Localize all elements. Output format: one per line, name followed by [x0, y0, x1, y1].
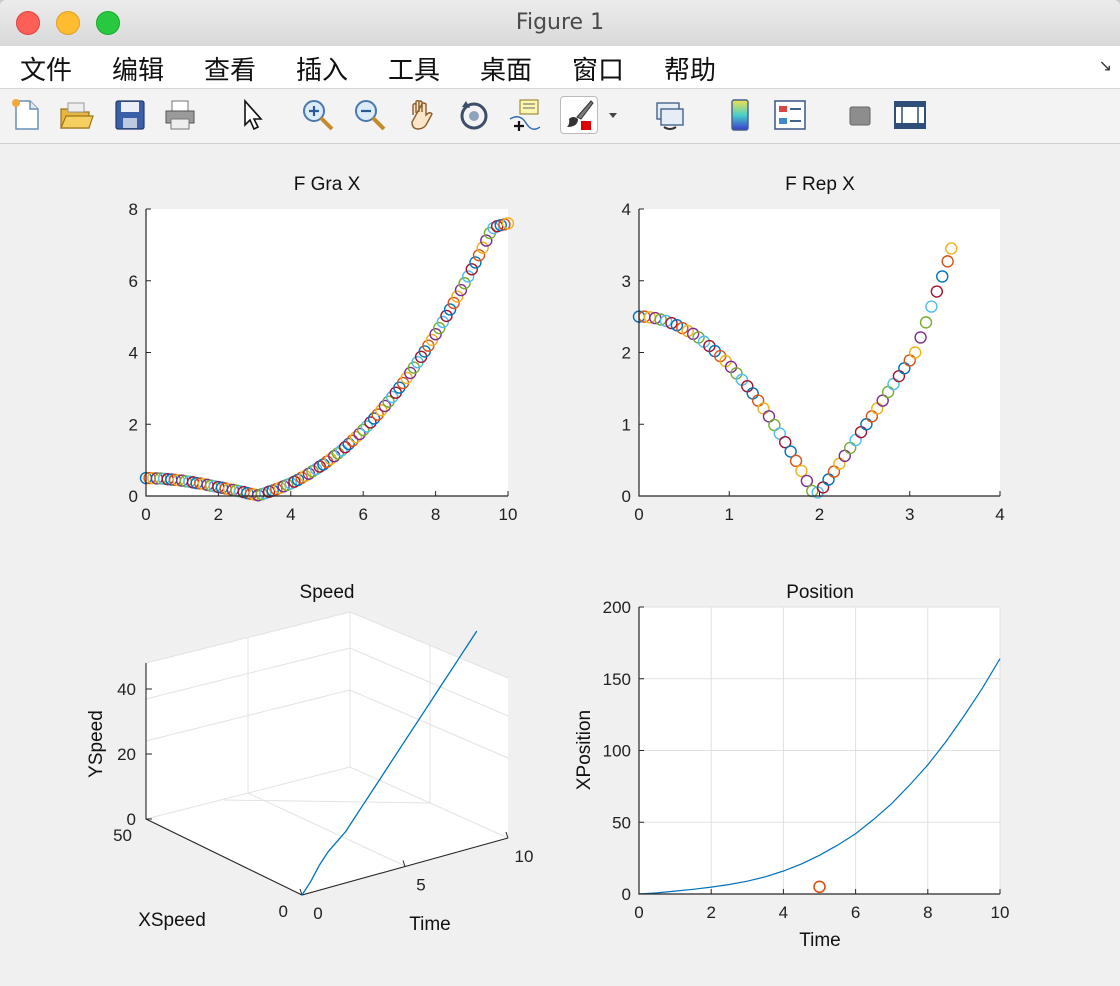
xlabel: Time: [409, 914, 451, 935]
link-plot-icon[interactable]: [652, 97, 688, 133]
legend-icon[interactable]: [772, 97, 808, 133]
y-tick-label: 4: [622, 200, 631, 219]
hide-tools-icon[interactable]: [842, 97, 878, 133]
side-tick-label: 50: [113, 826, 132, 845]
x-tick-label: 2: [706, 903, 715, 922]
menu-tools[interactable]: 工具: [384, 50, 444, 87]
axes-f-gra-x[interactable]: F Gra X 0 2 4 6 8 10 0 2 4 6 8: [129, 174, 518, 524]
plot-title: Speed: [300, 582, 355, 603]
side-tick-label: 0: [279, 902, 288, 921]
window-title: Figure 1: [515, 10, 605, 35]
x-tick-label: 5: [416, 876, 425, 895]
x-tick-label: 2: [214, 505, 223, 524]
x-tick-label: 10: [515, 847, 534, 866]
plot-surface: F Gra X 0 2 4 6 8 1002468 F Rep X 0 1 2 3 401234 …: [86, 174, 1009, 951]
y-tick-label: 40: [117, 680, 136, 699]
x-tick-label: 4: [779, 903, 788, 922]
plot-title: F Gra X: [294, 174, 361, 195]
x-tick-label: 8: [431, 505, 440, 524]
menu-edit[interactable]: 编辑: [108, 50, 168, 87]
x-tick-label: 2: [815, 505, 824, 524]
xlabel: Time: [799, 930, 841, 951]
y-tick-label: 6: [129, 272, 138, 291]
x-tick-label: 0: [141, 505, 150, 524]
axes-position[interactable]: Position 0 2 4 6 8 10050100150200 XPosition T…: [574, 582, 1009, 951]
y-tick-label: 8: [129, 200, 138, 219]
y-tick-label: 0: [622, 885, 631, 904]
x-tick-label: 6: [851, 903, 860, 922]
y-tick-label: 0: [129, 487, 138, 506]
x-tick-label: 1: [725, 505, 734, 524]
new-file-icon[interactable]: [8, 97, 44, 133]
toolbar: [0, 89, 1120, 144]
rotate-icon[interactable]: [456, 97, 492, 133]
figure-canvas: F Gra X 0 2 4 6 8 10 0 2 4 6 8 F Rep X 0123401234 …: [0, 144, 1120, 986]
figure-window: Figure 1 文件 编辑 查看 插入 工具 桌面 窗口 帮助 ↘ F Gra…: [0, 0, 1120, 986]
zoom-out-icon[interactable]: [352, 97, 388, 133]
menu-desktop[interactable]: 桌面: [476, 50, 536, 87]
floppy-icon[interactable]: [112, 97, 148, 133]
menu-insert[interactable]: 插入: [292, 50, 352, 87]
y-tick-label: 200: [603, 598, 631, 617]
ylabel: XPosition: [574, 710, 595, 790]
dock-arrow-icon[interactable]: ↘: [1099, 56, 1112, 75]
x-tick-label: 10: [499, 505, 518, 524]
hand-icon[interactable]: [404, 97, 440, 133]
pointer-icon[interactable]: [234, 97, 270, 133]
menu-bar: 文件 编辑 查看 插入 工具 桌面 窗口 帮助 ↘: [0, 46, 1120, 89]
dock-tools-icon[interactable]: [892, 97, 928, 133]
y-tick-label: 2: [129, 415, 138, 434]
chevron-down-icon[interactable]: [606, 97, 620, 133]
side-axis-label: XSpeed: [138, 910, 206, 931]
y-tick-label: 50: [612, 813, 631, 832]
y-tick-label: 1: [622, 415, 631, 434]
title-bar[interactable]: Figure 1: [0, 0, 1120, 47]
menu-window[interactable]: 窗口: [568, 50, 628, 87]
y-tick-label: 4: [129, 344, 138, 363]
y-tick-label: 150: [603, 670, 631, 689]
plot-title: F Rep X: [785, 174, 855, 195]
x-tick-label: 0: [313, 904, 322, 923]
zoom-in-icon[interactable]: [300, 97, 336, 133]
colorbar-icon[interactable]: [722, 97, 758, 133]
x-tick-label: 4: [286, 505, 295, 524]
y-tick-label: 100: [603, 742, 631, 761]
x-tick-label: 6: [358, 505, 367, 524]
folder-icon[interactable]: [58, 97, 94, 133]
x-tick-label: 0: [634, 903, 643, 922]
x-tick-label: 3: [905, 505, 914, 524]
axes-f-rep-x[interactable]: F Rep X 0 1 2 3 4 0 1 2 3 4: [622, 174, 1005, 524]
x-tick-label: 8: [923, 903, 932, 922]
axes-speed-3d[interactable]: Speed 020400500510 YSpeed XSpeed Time: [86, 582, 533, 935]
menu-help[interactable]: 帮助: [660, 50, 720, 87]
y-tick-label: 0: [622, 487, 631, 506]
x-tick-label: 10: [991, 903, 1010, 922]
y-tick-label: 20: [117, 745, 136, 764]
axes-background: [146, 209, 508, 496]
data-tip-icon[interactable]: [506, 97, 542, 133]
ylabel: YSpeed: [86, 710, 107, 778]
axes-background: [639, 209, 1000, 496]
x-tick-label: 0: [634, 505, 643, 524]
menu-file[interactable]: 文件: [16, 50, 76, 87]
y-tick-label: 3: [622, 272, 631, 291]
x-tick-label: 4: [995, 505, 1004, 524]
plot-title: Position: [786, 582, 854, 603]
brush-icon[interactable]: [560, 96, 598, 134]
y-tick-label: 2: [622, 344, 631, 363]
menu-view[interactable]: 查看: [200, 50, 260, 87]
printer-icon[interactable]: [162, 97, 198, 133]
